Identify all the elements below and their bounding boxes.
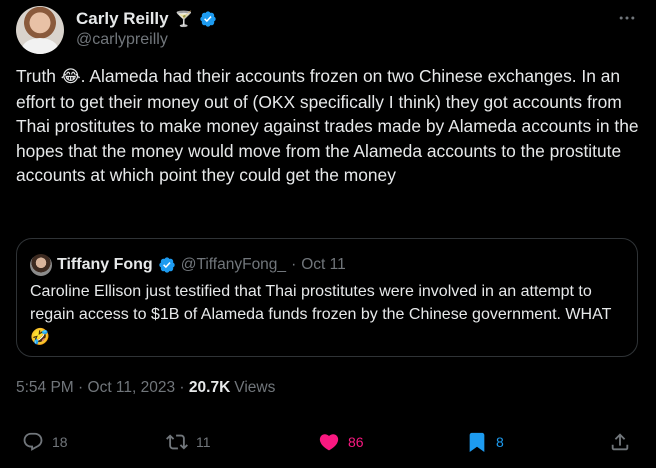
quoted-tweet[interactable]: Tiffany Fong @TiffanyFong_ · Oct 11 Caro… bbox=[16, 238, 638, 357]
like-count: 86 bbox=[348, 434, 364, 450]
views-count[interactable]: 20.7K bbox=[189, 379, 230, 397]
quoted-author-handle: @TiffanyFong_ bbox=[180, 256, 287, 273]
quoted-author-avatar bbox=[30, 254, 52, 276]
tweet-date[interactable]: Oct 11, 2023 bbox=[88, 379, 176, 397]
tweet-meta: 5:54 PM · Oct 11, 2023 · 20.7K Views bbox=[16, 378, 275, 398]
cocktail-emoji-icon: 🍸 bbox=[174, 9, 194, 28]
views-label: Views bbox=[234, 379, 276, 396]
tweet-text-body: . Alameda had their accounts frozen on t… bbox=[16, 66, 639, 185]
tweet-text: Truth 😂. Alameda had their accounts froz… bbox=[16, 64, 640, 188]
bookmark-count: 8 bbox=[496, 434, 504, 450]
tweet: Carly Reilly 🍸 @carlypreilly Truth 😂. Al… bbox=[0, 0, 656, 468]
author-display-name[interactable]: Carly Reilly bbox=[76, 9, 169, 29]
author-avatar[interactable] bbox=[16, 6, 64, 54]
share-button[interactable] bbox=[609, 428, 631, 456]
quoted-verified-badge-icon bbox=[159, 257, 175, 273]
tweet-text-lead: Truth bbox=[16, 66, 61, 86]
meta-separator-2: · bbox=[175, 379, 189, 396]
bookmark-button[interactable]: 8 bbox=[466, 428, 504, 456]
more-horizontal-icon[interactable] bbox=[614, 8, 640, 28]
meta-separator: · bbox=[73, 379, 88, 396]
quoted-author-name: Tiffany Fong bbox=[57, 256, 153, 273]
more-dots-icon bbox=[619, 16, 635, 20]
quoted-text-body: Caroline Ellison just testified that Tha… bbox=[30, 283, 612, 323]
rofl-emoji-icon: 🤣 bbox=[30, 327, 50, 346]
quoted-date: Oct 11 bbox=[301, 256, 346, 273]
share-icon bbox=[611, 433, 629, 451]
laughing-emoji-icon: 😂 bbox=[60, 67, 81, 87]
quoted-separator: · bbox=[291, 256, 297, 273]
heart-filled-icon bbox=[319, 434, 339, 451]
bookmark-filled-icon bbox=[469, 432, 485, 453]
verified-badge-icon bbox=[200, 11, 216, 27]
reply-icon bbox=[23, 432, 43, 451]
repost-icon bbox=[166, 434, 188, 450]
reply-button[interactable]: 18 bbox=[22, 428, 68, 456]
quoted-tweet-text: Caroline Ellison just testified that Tha… bbox=[30, 281, 630, 350]
repost-button[interactable]: 11 bbox=[166, 428, 211, 456]
action-bar: 18 11 86 8 bbox=[0, 428, 656, 456]
quoted-tweet-header: Tiffany Fong @TiffanyFong_ · Oct 11 bbox=[30, 254, 346, 276]
reply-count: 18 bbox=[52, 434, 68, 450]
repost-count: 11 bbox=[196, 434, 211, 450]
tweet-time[interactable]: 5:54 PM bbox=[16, 379, 74, 397]
author-name-row: Carly Reilly 🍸 bbox=[76, 8, 217, 30]
like-button[interactable]: 86 bbox=[318, 428, 364, 456]
author-handle[interactable]: @carlypreilly bbox=[76, 31, 168, 49]
